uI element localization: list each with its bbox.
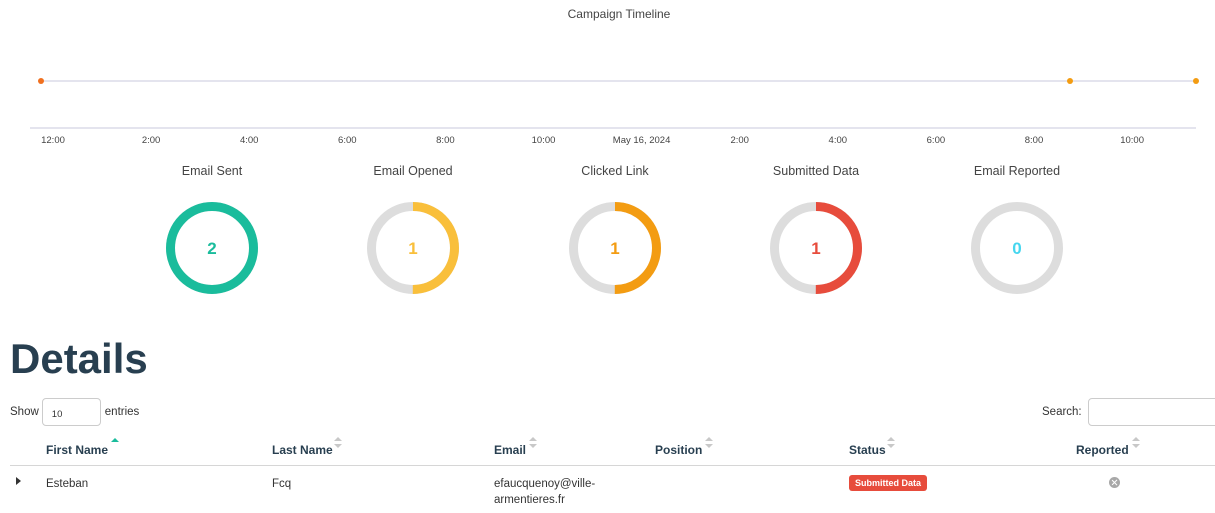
timeline-event-point[interactable]	[1193, 78, 1199, 84]
sort-both-icon[interactable]	[705, 436, 713, 450]
sort-both-icon[interactable]	[334, 436, 342, 450]
column-header-reported[interactable]: Reported	[1076, 443, 1129, 457]
stat-donut-email-reported: 0	[971, 202, 1063, 294]
stat-donut-clicked-link: 1	[569, 202, 661, 294]
timeline-tick-label: 2:00	[142, 135, 161, 146]
timeline-tick-label: May 16, 2024	[613, 135, 671, 146]
sort-both-icon[interactable]	[529, 436, 537, 450]
stat-email-sent: Email Sent 2	[152, 164, 272, 296]
stat-clicked-link: Clicked Link 1	[555, 164, 675, 296]
cell-email: efaucquenoy@ville- armentieres.fr	[494, 476, 619, 508]
sort-both-icon[interactable]	[1132, 436, 1140, 450]
timeline-tick-label: 12:00	[41, 135, 65, 146]
entries-select[interactable]: 10	[41, 398, 101, 426]
timeline-tick-label: 10:00	[1120, 135, 1144, 146]
search-control: Search:	[1042, 398, 1215, 426]
stat-donut-email-sent: 2	[166, 202, 258, 294]
stat-submitted-data: Submitted Data 1	[756, 164, 876, 296]
column-header-position[interactable]: Position	[655, 443, 702, 457]
timeline-event-point[interactable]	[38, 78, 44, 84]
timeline-tick-label: 6:00	[927, 135, 946, 146]
timeline-tick-label: 8:00	[1025, 135, 1044, 146]
entries-label: entries	[104, 406, 140, 418]
campaign-timeline: 12:00 2:00 4:00 6:00 8:00 10:00 May 16, 2024 2:…	[30, 78, 1199, 146]
cell-last-name: Fcq	[272, 478, 292, 490]
donut-value: 1	[610, 239, 619, 258]
stat-donut-submitted-data: 1	[770, 202, 862, 294]
expand-row-icon[interactable]	[16, 477, 21, 485]
column-header-last-name[interactable]: Last Name	[272, 443, 333, 457]
stat-label: Email Opened	[373, 164, 453, 178]
sort-asc-icon[interactable]	[111, 436, 119, 450]
details-heading: Details	[10, 335, 148, 382]
cell-email-line: efaucquenoy@ville-	[494, 478, 596, 490]
cell-first-name: Esteban	[46, 478, 89, 490]
table-header-divider	[10, 465, 1215, 466]
timeline-tick-label: 8:00	[436, 135, 455, 146]
search-input[interactable]	[1087, 398, 1215, 426]
timeline-tick-label: 4:00	[240, 135, 259, 146]
timeline-event-point[interactable]	[1067, 78, 1073, 84]
show-entries-control: Show 10 entries	[10, 398, 139, 426]
stat-label: Clicked Link	[581, 164, 649, 178]
timeline-tick-label: 10:00	[532, 135, 556, 146]
stat-email-opened: Email Opened 1	[353, 164, 473, 296]
column-header-first-name[interactable]: First Name	[46, 443, 108, 457]
timeline-tick-label: 2:00	[730, 135, 749, 146]
stat-label: Submitted Data	[772, 164, 860, 178]
timeline-tick-label: 6:00	[338, 135, 357, 146]
stat-label: Email Reported	[973, 164, 1061, 178]
donut-value: 1	[408, 239, 417, 258]
column-header-email[interactable]: Email	[494, 443, 526, 457]
column-header-status[interactable]: Status	[849, 443, 886, 457]
stat-donut-email-opened: 1	[367, 202, 459, 294]
donut-value: 2	[207, 239, 216, 258]
cell-email-line: armentieres.fr	[494, 494, 565, 506]
timeline-tick-label: 4:00	[829, 135, 848, 146]
status-badge: Submitted Data	[849, 475, 928, 491]
sort-both-icon[interactable]	[887, 436, 895, 450]
donut-value: 0	[1012, 239, 1021, 258]
times-circle-icon	[1109, 477, 1120, 488]
donut-value: 1	[811, 239, 820, 258]
stat-label: Email Sent	[181, 164, 243, 178]
search-label: Search:	[1042, 406, 1082, 418]
stat-email-reported: Email Reported 0	[957, 164, 1077, 296]
show-label: Show	[10, 406, 39, 418]
